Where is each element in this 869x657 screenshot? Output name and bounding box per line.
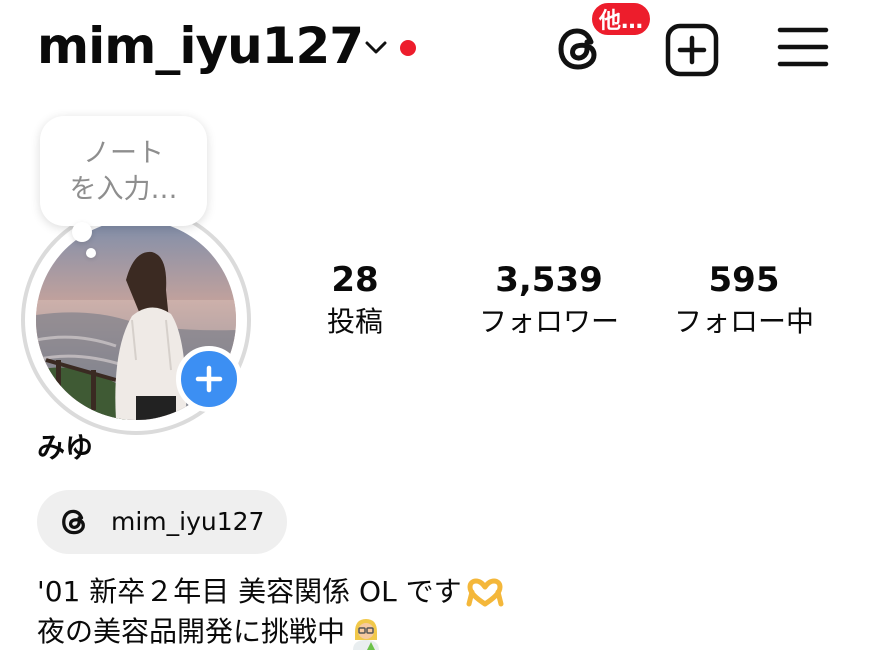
bio-line-1: '01 新卒２年目 美容関係 OL です <box>37 572 857 612</box>
threads-handle: mim_iyu127 <box>111 507 265 536</box>
stat-posts[interactable]: 28 投稿 <box>265 258 445 342</box>
note-tail-large <box>72 222 92 242</box>
threads-badge[interactable]: 他… <box>589 0 653 38</box>
note-placeholder-line2: を入力… <box>69 174 178 205</box>
add-story-button[interactable] <box>176 346 242 412</box>
note-bubble[interactable]: ノート を入力… <box>40 116 207 226</box>
stat-following[interactable]: 595 フォロー中 <box>654 258 834 342</box>
bio-line-2-text: 夜の美容品開発に挑戦中 <box>37 615 346 648</box>
bio: '01 新卒２年目 美容関係 OL です 夜の美容品開発に挑戦中 <box>37 572 857 652</box>
stat-following-label: フォロー中 <box>673 305 814 338</box>
note-tail-small <box>86 248 96 258</box>
display-name: みゆ <box>37 431 94 464</box>
note-placeholder-line1: ノート <box>83 138 164 169</box>
stat-followers[interactable]: 3,539 フォロワー <box>459 258 639 342</box>
chevron-down-icon[interactable] <box>364 38 388 56</box>
plus-icon <box>195 365 223 393</box>
stat-posts-label: 投稿 <box>326 305 383 338</box>
threads-profile-link[interactable]: mim_iyu127 <box>37 490 287 554</box>
username-title[interactable]: mim_iyu127 <box>37 14 364 78</box>
stat-followers-label: フォロワー <box>478 305 619 338</box>
bio-line-1-text: '01 新卒２年目 美容関係 OL です <box>37 575 462 608</box>
stat-following-count: 595 <box>708 260 780 300</box>
hamburger-menu-icon[interactable] <box>776 25 830 69</box>
stat-posts-count: 28 <box>331 260 379 300</box>
stat-followers-count: 3,539 <box>495 260 603 300</box>
red-dot-icon <box>400 40 416 56</box>
scientist-emoji <box>353 619 380 650</box>
threads-icon <box>62 509 85 535</box>
profile-header: mim_iyu127 他… <box>0 0 869 100</box>
heart-hands-emoji <box>466 578 504 607</box>
plus-square-icon[interactable] <box>664 22 720 78</box>
bio-line-2: 夜の美容品開発に挑戦中 <box>37 612 857 652</box>
